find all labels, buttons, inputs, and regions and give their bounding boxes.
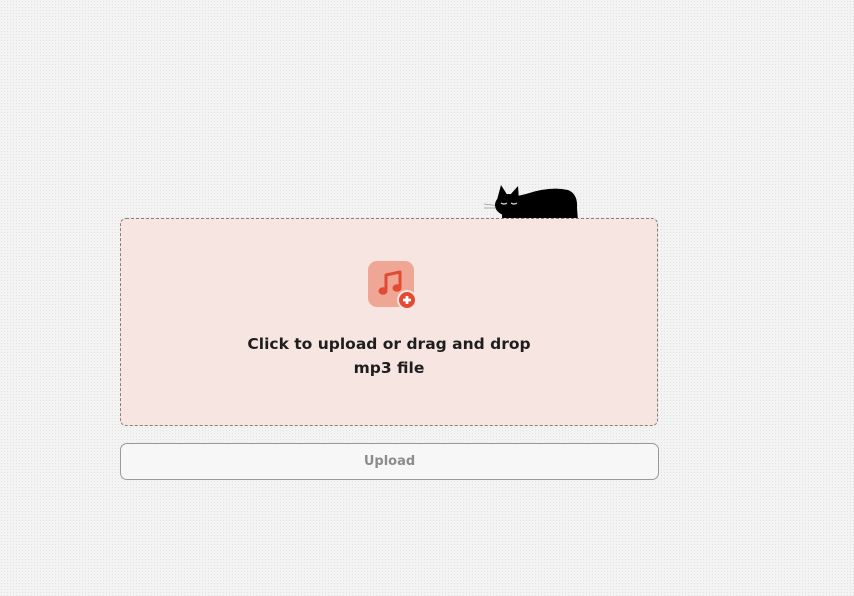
file-dropzone[interactable]: Click to upload or drag and drop mp3 fil…	[120, 218, 658, 426]
dropzone-instruction-line: Click to upload or drag and drop	[247, 335, 531, 353]
music-file-add-icon	[368, 261, 417, 310]
upload-button[interactable]: Upload	[120, 443, 659, 480]
dropzone-file-type: mp3 file	[353, 359, 425, 377]
dropzone-instructions: Click to upload or drag and drop mp3 fil…	[121, 332, 657, 380]
